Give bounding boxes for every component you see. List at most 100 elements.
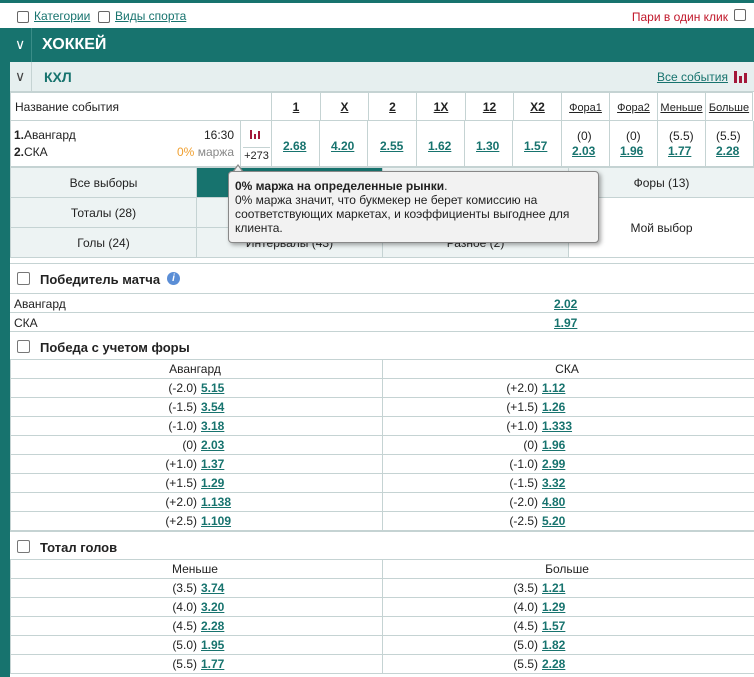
left-cell[interactable]: (0) 2.03	[10, 435, 383, 455]
odd-value[interactable]: 1.109	[201, 514, 231, 528]
odd-value[interactable]: 5.20	[542, 514, 565, 528]
winner-odd[interactable]: 2.02	[554, 297, 577, 311]
right-cell[interactable]: (-2.5) 5.20	[382, 511, 754, 531]
odd-value[interactable]: 1.29	[542, 600, 565, 614]
right-cell[interactable]: (0) 1.96	[382, 435, 754, 455]
column-header-more[interactable]: Больше	[705, 92, 753, 121]
odd-w1[interactable]: 2.68	[283, 139, 306, 153]
right-cell[interactable]: (4.5) 1.57	[382, 616, 754, 636]
odd-value[interactable]: 3.32	[542, 476, 565, 490]
odd-more[interactable]: 2.28	[716, 144, 739, 158]
odd-value[interactable]: 3.20	[201, 600, 224, 614]
event-teams[interactable]: 1.Авангард 2.СКА 16:30 0% маржа	[10, 121, 240, 167]
odd-x2[interactable]: 1.57	[524, 139, 547, 153]
column-header-x[interactable]: X	[320, 92, 369, 121]
more-markets-count[interactable]: +273	[243, 147, 270, 162]
one-click-checkbox[interactable]	[734, 9, 746, 21]
right-cell[interactable]: (5.5) 2.28	[382, 654, 754, 674]
odd-fora2[interactable]: 1.96	[620, 144, 643, 158]
odd-value[interactable]: 1.96	[542, 438, 565, 452]
odd-value[interactable]: 1.26	[542, 400, 565, 414]
all-events-link[interactable]: Все события	[657, 70, 728, 84]
right-cell[interactable]: (-1.0) 2.99	[382, 454, 754, 474]
filter-goals[interactable]: Голы (24)	[10, 227, 197, 258]
winner-checkbox[interactable]	[17, 272, 30, 285]
odd-value[interactable]: 1.37	[201, 457, 224, 471]
categories-checkbox[interactable]	[17, 11, 29, 23]
left-cell[interactable]: (3.5) 3.74	[10, 578, 383, 598]
odd-value[interactable]: 1.333	[542, 419, 572, 433]
more-markets-cell[interactable]: +273	[240, 121, 271, 167]
filter-all[interactable]: Все выборы	[10, 167, 197, 198]
winner-odd[interactable]: 1.97	[554, 316, 577, 330]
left-cell[interactable]: (5.0) 1.95	[10, 635, 383, 655]
market-winner-header[interactable]: Победитель матча i	[10, 263, 754, 293]
league-collapse-toggle[interactable]: ∨	[10, 62, 32, 92]
sports-checkbox[interactable]	[98, 11, 110, 23]
filter-totals[interactable]: Тоталы (28)	[10, 197, 197, 228]
left-cell[interactable]: (+2.5) 1.109	[10, 511, 383, 531]
odd-value[interactable]: 3.18	[201, 419, 224, 433]
odd-x[interactable]: 4.20	[331, 139, 354, 153]
column-header-1x[interactable]: 1X	[416, 92, 466, 121]
odd-value[interactable]: 1.82	[542, 638, 565, 652]
left-cell[interactable]: (-2.0) 5.15	[10, 378, 383, 398]
info-icon[interactable]: i	[167, 272, 180, 285]
column-header-2[interactable]: 2	[368, 92, 417, 121]
column-header-x2[interactable]: X2	[513, 92, 562, 121]
odd-value[interactable]: 2.99	[542, 457, 565, 471]
stats-icon[interactable]	[250, 127, 260, 139]
sport-collapse-toggle[interactable]: ∨	[10, 28, 32, 62]
right-cell[interactable]: (4.0) 1.29	[382, 597, 754, 617]
left-cell[interactable]: (+1.5) 1.29	[10, 473, 383, 493]
right-cell[interactable]: (+1.5) 1.26	[382, 397, 754, 417]
margin-label[interactable]: 0% маржа	[177, 145, 234, 159]
sport-header[interactable]: ∨ ХОККЕЙ	[10, 28, 754, 62]
column-header-fora1[interactable]: Фора1	[561, 92, 610, 121]
league-header[interactable]: ∨ КХЛ Все события	[10, 62, 754, 92]
odd-value[interactable]: 1.12	[542, 381, 565, 395]
odd-value[interactable]: 1.57	[542, 619, 565, 633]
left-cell[interactable]: (-1.5) 3.54	[10, 397, 383, 417]
market-handicap-header[interactable]: Победа с учетом форы	[10, 331, 754, 359]
left-cell[interactable]: (4.5) 2.28	[10, 616, 383, 636]
odd-value[interactable]: 1.138	[201, 495, 231, 509]
column-header-less[interactable]: Меньше	[657, 92, 706, 121]
right-cell[interactable]: (-2.0) 4.80	[382, 492, 754, 512]
handicap-checkbox[interactable]	[17, 340, 30, 353]
left-cell[interactable]: (5.5) 1.77	[10, 654, 383, 674]
odd-fora1[interactable]: 2.03	[572, 144, 595, 158]
odd-value[interactable]: 2.28	[542, 657, 565, 671]
right-cell[interactable]: (3.5) 1.21	[382, 578, 754, 598]
left-cell[interactable]: (-1.0) 3.18	[10, 416, 383, 436]
column-header-12[interactable]: 12	[465, 92, 514, 121]
left-cell[interactable]: (+1.0) 1.37	[10, 454, 383, 474]
odd-value[interactable]: 5.15	[201, 381, 224, 395]
total-checkbox[interactable]	[17, 540, 30, 553]
odd-value[interactable]: 1.29	[201, 476, 224, 490]
left-cell[interactable]: (+2.0) 1.138	[10, 492, 383, 512]
odd-value[interactable]: 1.77	[201, 657, 224, 671]
right-cell[interactable]: (+1.0) 1.333	[382, 416, 754, 436]
odd-value[interactable]: 2.03	[201, 438, 224, 452]
odd-value[interactable]: 3.54	[201, 400, 224, 414]
bars-chart-icon[interactable]	[734, 71, 747, 83]
odd-less[interactable]: 1.77	[668, 144, 691, 158]
left-cell[interactable]: (4.0) 3.20	[10, 597, 383, 617]
odd-value[interactable]: 1.21	[542, 581, 565, 595]
odd-1x[interactable]: 1.62	[428, 139, 451, 153]
right-cell[interactable]: (-1.5) 3.32	[382, 473, 754, 493]
column-header-1[interactable]: 1	[271, 92, 321, 121]
odd-value[interactable]: 2.28	[201, 619, 224, 633]
right-cell[interactable]: (+2.0) 1.12	[382, 378, 754, 398]
odd-value[interactable]: 1.95	[201, 638, 224, 652]
odd-w2[interactable]: 2.55	[380, 139, 403, 153]
odd-12[interactable]: 1.30	[476, 139, 499, 153]
market-total-header[interactable]: Тотал голов	[10, 531, 754, 559]
column-header-fora2[interactable]: Фора2	[609, 92, 658, 121]
odd-value[interactable]: 3.74	[201, 581, 224, 595]
right-cell[interactable]: (5.0) 1.82	[382, 635, 754, 655]
sports-link[interactable]: Виды спорта	[115, 9, 186, 23]
odd-value[interactable]: 4.80	[542, 495, 565, 509]
categories-link[interactable]: Категории	[34, 9, 90, 23]
